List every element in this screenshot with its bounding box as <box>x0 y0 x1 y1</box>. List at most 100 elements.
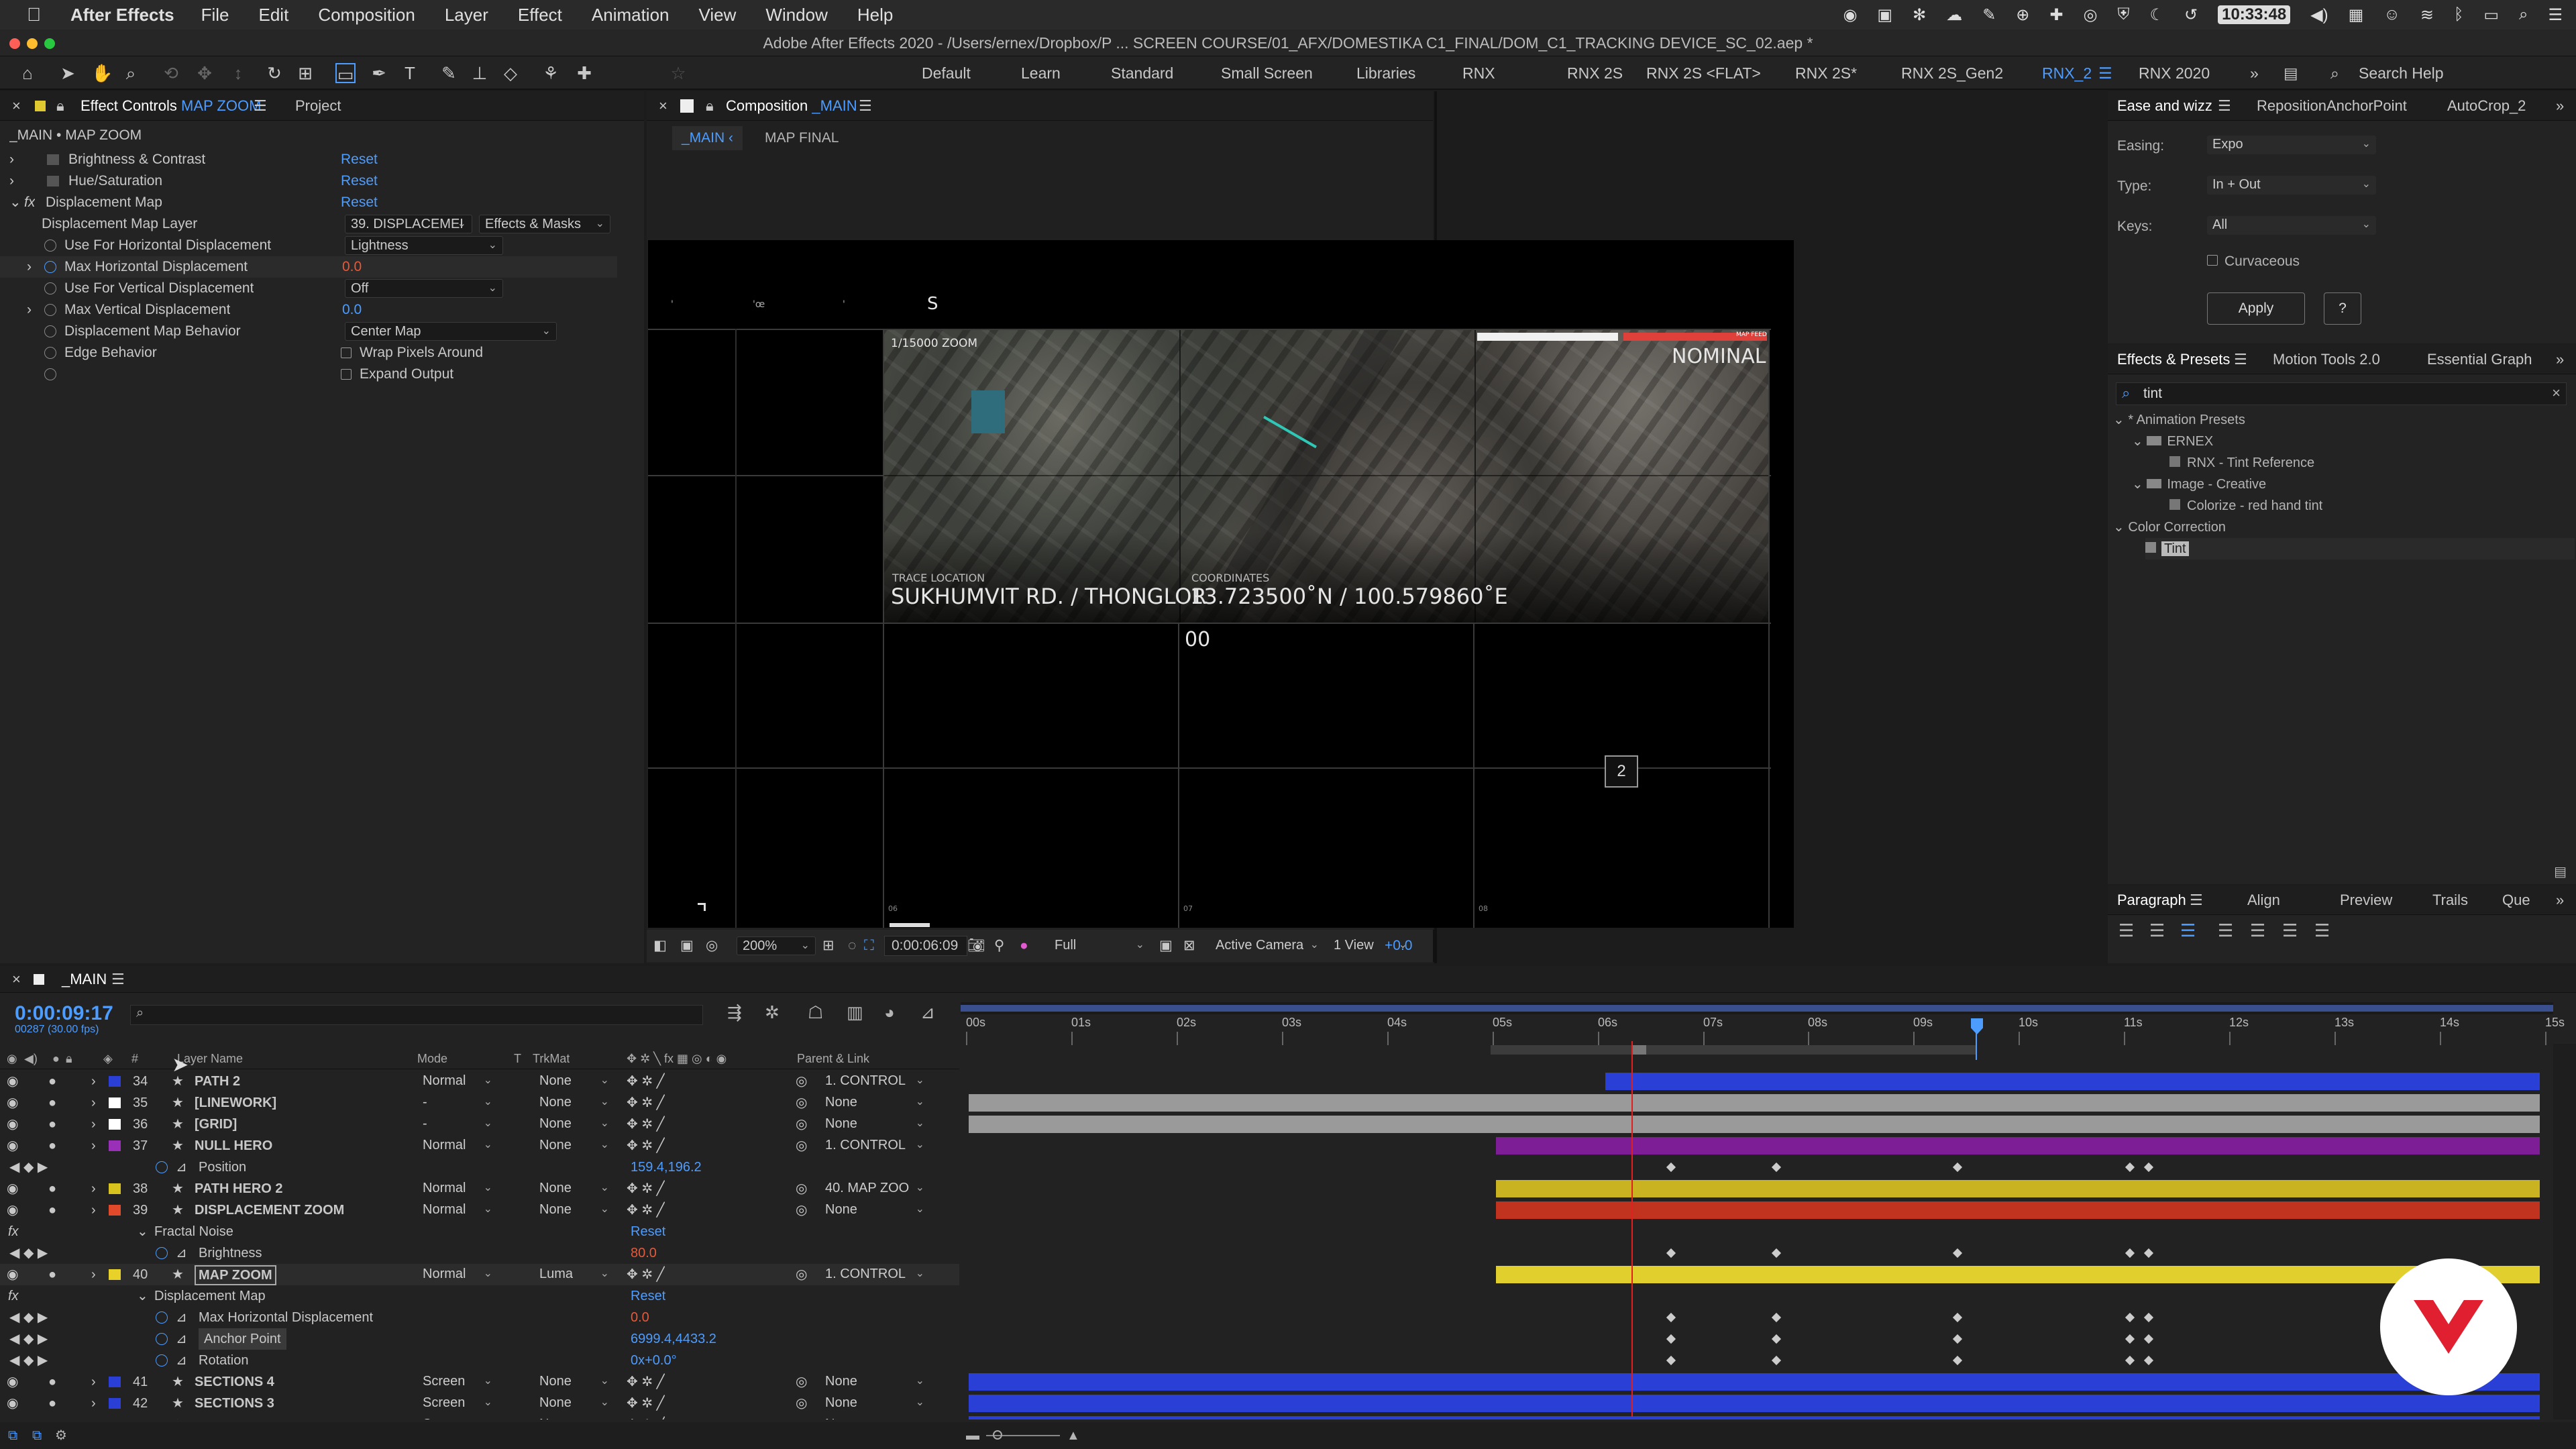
layer-duration-bar[interactable] <box>969 1094 2540 1112</box>
align-left-icon[interactable]: ☰ <box>2118 920 2134 941</box>
tab-project[interactable]: Project <box>295 91 341 121</box>
twirl-chevron-icon[interactable]: › <box>91 1393 96 1414</box>
layer-switches[interactable]: ✥ ✲ ╱ <box>627 1371 665 1393</box>
timeline-current-time[interactable]: 0:00:09:17 <box>15 1002 113 1025</box>
expand-chevron-icon[interactable]: › <box>9 170 14 192</box>
layer-name[interactable]: NULL HERO <box>195 1135 272 1157</box>
toggle-switches-icon[interactable]: ⧉ <box>8 1422 17 1449</box>
collapse-chevron-icon[interactable]: ⌄ <box>9 192 21 213</box>
zoom-tool-icon[interactable]: ⌕ <box>121 63 141 83</box>
more-tabs-icon[interactable]: » <box>2556 885 2564 915</box>
layer-duration-bar[interactable] <box>969 1116 2540 1133</box>
keyframe[interactable] <box>2125 1312 2135 1323</box>
keyframe[interactable] <box>1952 1312 1963 1323</box>
tab-trails[interactable]: Trails <box>2432 885 2468 915</box>
vr-icon[interactable]: ◎ <box>706 930 718 962</box>
anchor-tool-icon[interactable]: ⊞ <box>295 63 315 83</box>
track-matte-dropdown[interactable]: Luma ⌄ <box>534 1265 614 1284</box>
flag-icon[interactable]: ▦ <box>2349 5 2364 25</box>
eye-icon[interactable]: ◉ <box>7 1178 18 1199</box>
shy-icon[interactable]: ☖ <box>808 1002 823 1023</box>
selection-tool-icon[interactable]: ➤ <box>58 63 78 83</box>
layer-name[interactable]: MAP ZOOM <box>195 1265 276 1285</box>
timeline-search-input[interactable]: ⌕ <box>130 1005 703 1025</box>
keyframe[interactable] <box>2125 1334 2135 1344</box>
timeline-scrollbar[interactable] <box>2553 1044 2576 1419</box>
layer-row[interactable]: ◉ ● › 34 ★ PATH 2 Normal ⌄ None ⌄ ✥ ✲ ╱ ◎ 1. CONTROL… <box>0 1071 959 1092</box>
cloud-icon[interactable]: ☁ <box>1946 5 1962 25</box>
tab-timeline-main[interactable]: _MAIN <box>62 966 107 996</box>
toggle-modes-icon[interactable]: ⧉ <box>32 1422 42 1449</box>
frame-blend-icon[interactable]: ▥ <box>847 1002 863 1023</box>
grid-icon[interactable]: ⊞ <box>822 930 835 962</box>
pickwhip-icon[interactable]: ◎ <box>796 1393 807 1414</box>
label-column-icon[interactable]: ◈ <box>103 1048 113 1069</box>
battery-icon[interactable]: ▭ <box>2483 5 2499 25</box>
keyframe[interactable] <box>2143 1355 2154 1366</box>
resolution-dropdown[interactable]: Full ⌄ <box>1049 936 1150 955</box>
graph-icon[interactable]: ⊿ <box>176 1307 187 1328</box>
panel-menu-icon[interactable]: ☰ <box>2218 91 2231 121</box>
layer-switches[interactable]: ✥ ✲ ╱ <box>627 1393 665 1414</box>
expand-chevron-icon[interactable]: › <box>27 299 32 321</box>
track-matte-dropdown[interactable]: None⌄ <box>534 1415 614 1419</box>
tab-effect-controls[interactable]: Effect Controls MAP ZOOM <box>80 91 261 121</box>
blend-mode-dropdown[interactable]: Screen⌄ <box>417 1373 498 1391</box>
track-matte-dropdown[interactable]: None⌄ <box>534 1136 614 1155</box>
pickwhip-icon[interactable]: ◎ <box>796 1071 807 1092</box>
property-value[interactable]: 0.0 <box>631 1307 649 1328</box>
blend-mode-dropdown[interactable]: - ⌄ <box>417 1115 498 1134</box>
history-icon[interactable]: ↺ <box>2184 5 2198 25</box>
eye-icon[interactable]: ◉ <box>7 1393 18 1414</box>
mask-icon[interactable]: ◌ <box>848 930 856 962</box>
stopwatch-icon[interactable] <box>44 368 56 380</box>
workspace-small-screen[interactable]: Small Screen <box>1221 56 1313 90</box>
close-panel-icon[interactable]: × <box>12 966 21 996</box>
keyframe-nav-icon[interactable]: ◀ ◆ ▶ <box>9 1307 48 1328</box>
more-tabs-icon[interactable]: » <box>2556 91 2564 121</box>
pickwhip-icon[interactable]: ◎ <box>796 1264 807 1285</box>
gamepad-icon[interactable]: ✚ <box>2049 5 2063 25</box>
column-trkmat[interactable]: TrkMat <box>533 1048 570 1069</box>
roto-tool-icon[interactable]: ⚘ <box>541 63 561 83</box>
keyframe[interactable] <box>2143 1312 2154 1323</box>
stopwatch-icon[interactable] <box>156 1311 168 1324</box>
graph-icon[interactable]: ⊿ <box>176 1157 187 1178</box>
tab-ease-and-wizz[interactable]: Ease and wizz <box>2117 91 2212 121</box>
column-parent[interactable]: Parent & Link <box>797 1048 869 1069</box>
twirl-chevron-icon[interactable]: › <box>91 1199 96 1221</box>
app-status-icon[interactable]: ▣ <box>1877 5 1892 25</box>
menu-layer[interactable]: Layer <box>445 5 488 25</box>
close-panel-icon[interactable]: × <box>12 91 21 121</box>
rotate-tool-icon[interactable]: ↻ <box>264 63 284 83</box>
keyframe[interactable] <box>1771 1162 1782 1173</box>
layer-label-color[interactable] <box>109 1183 121 1194</box>
parent-dropdown[interactable]: None⌄ <box>820 1394 930 1413</box>
keyframe[interactable] <box>1952 1248 1963 1258</box>
twirl-chevron-icon[interactable]: › <box>91 1371 96 1393</box>
keyframe[interactable] <box>1666 1334 1676 1344</box>
pickwhip-icon[interactable]: ◎ <box>796 1114 807 1135</box>
wifi-icon[interactable]: ≋ <box>2420 5 2434 25</box>
layer-row[interactable]: ◉ ● › 41 ★ SECTIONS 4 Screen ⌄ None ⌄ ✥ ✲ ╱ ◎ None ⌄ <box>0 1371 959 1393</box>
keyframe-nav-icon[interactable]: ◀ ◆ ▶ <box>9 1242 48 1264</box>
expand-output-checkbox[interactable] <box>341 369 352 380</box>
keys-dropdown[interactable]: All ⌄ <box>2207 216 2376 235</box>
show-snapshot-icon[interactable]: ⚲ <box>994 930 1004 962</box>
breadcrumb-main[interactable]: _MAIN ‹ <box>672 126 743 150</box>
justify-all-icon[interactable]: ☰ <box>2314 920 2330 941</box>
property-row[interactable]: ◀ ◆ ▶ ⊿ Position 159.4,196.2 <box>0 1157 959 1178</box>
layer-row[interactable]: ◉ ● › 38 ★ PATH HERO 2 Normal ⌄ None ⌄ ✥ ✲ ╱ ◎ 40. M… <box>0 1178 959 1199</box>
track-matte-dropdown[interactable]: None⌄ <box>534 1201 614 1220</box>
workspace-default[interactable]: Default <box>922 56 971 90</box>
graph-icon[interactable]: ⊿ <box>176 1328 187 1350</box>
parent-dropdown[interactable]: None⌄ <box>820 1093 930 1112</box>
property-name[interactable]: Fractal Noise <box>154 1221 233 1242</box>
layer-duration-bar[interactable] <box>1496 1201 2540 1219</box>
pan-tool-icon[interactable]: ✥ <box>195 63 215 83</box>
snapshot-icon[interactable]: ◧ <box>653 930 667 962</box>
menu-window[interactable]: Window <box>765 5 827 25</box>
workspace-rnx-2s-flat[interactable]: RNX 2S <FLAT> <box>1646 56 1761 90</box>
layer-name[interactable]: SECTIONS 4 <box>195 1371 274 1393</box>
layer-label-color[interactable] <box>109 1140 121 1151</box>
